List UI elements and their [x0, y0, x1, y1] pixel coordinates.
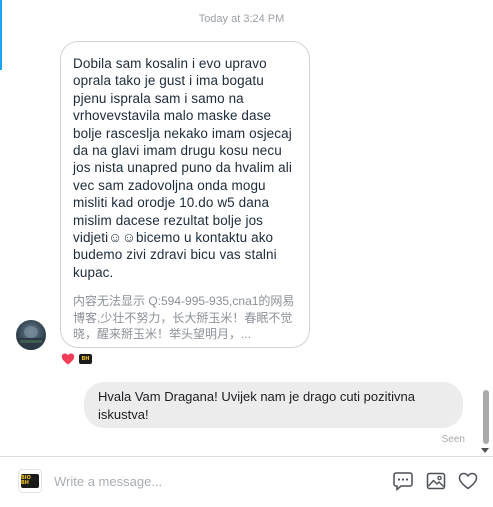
page-logo-icon: BIO BH: [21, 474, 39, 488]
message-reactions[interactable]: BH: [60, 350, 92, 368]
scrollbar-thumb[interactable]: [483, 390, 489, 444]
sender-avatar[interactable]: [16, 320, 46, 350]
incoming-message-text: Dobila sam kosalin i evo upravo oprala t…: [73, 56, 292, 280]
seen-status: Seen: [441, 434, 465, 445]
message-thread: Today at 3:24 PM Dobila sam kosalin i ev…: [0, 0, 493, 455]
page-logo-icon: BH: [79, 354, 92, 364]
avatar-image: [16, 326, 46, 350]
incoming-message-preview: 内容无法显示 Q:594-995-935,cna1的网易博客,少壮不努力，长大掰…: [73, 294, 295, 342]
scrollbar-track[interactable]: [478, 0, 493, 455]
message-composer: BIO BH: [0, 456, 493, 507]
heart-icon[interactable]: [60, 351, 76, 367]
attach-photo-button[interactable]: [424, 469, 448, 493]
outgoing-message-bubble[interactable]: Hvala Vam Dragana! Uvijek nam je drago c…: [84, 382, 463, 428]
heart-outline-icon: [458, 472, 478, 490]
message-timestamp: Today at 3:24 PM: [198, 13, 285, 25]
image-icon: [426, 472, 446, 490]
incoming-message-bubble[interactable]: Dobila sam kosalin i evo upravo oprala t…: [60, 41, 310, 348]
outgoing-message-text: Hvala Vam Dragana! Uvijek nam je drago c…: [98, 389, 415, 422]
scroll-down-arrow-icon[interactable]: [481, 448, 489, 453]
sticker-button[interactable]: [391, 469, 415, 493]
like-button[interactable]: [456, 469, 480, 493]
composer-page-logo: BIO BH: [18, 469, 42, 493]
chat-bubble-icon: [393, 472, 413, 492]
message-input[interactable]: [54, 469, 374, 493]
thread-accent-bar: [0, 0, 2, 70]
